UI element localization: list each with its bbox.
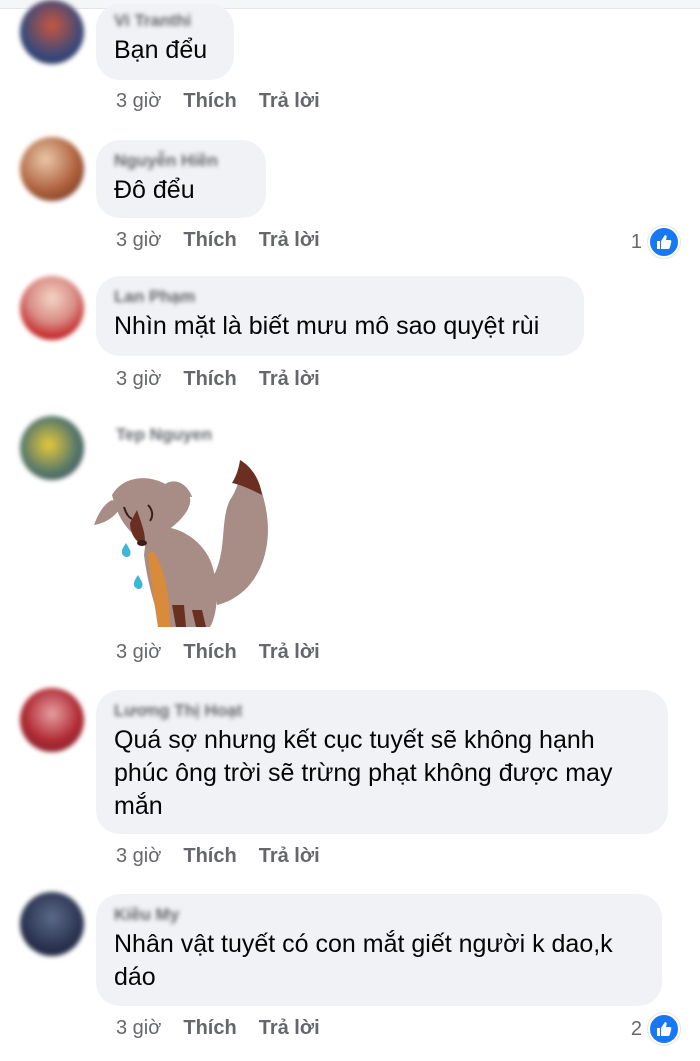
comment-time[interactable]: 3 giờ [116, 228, 161, 252]
reaction-count[interactable]: 1 [631, 226, 680, 258]
comment-time[interactable]: 3 giờ [116, 367, 161, 391]
avatar[interactable] [20, 137, 84, 201]
like-button[interactable]: Thích [183, 640, 236, 664]
comment-text: Đô đểu [114, 176, 195, 204]
comment-author[interactable]: Nguyễn Hiền [114, 150, 248, 172]
comment-time[interactable]: 3 giờ [116, 844, 161, 868]
comment-author[interactable]: Kiều My [114, 904, 644, 926]
reply-button[interactable]: Trả lời [259, 228, 320, 252]
avatar[interactable] [20, 892, 84, 956]
comment-actions: 3 giờ Thích Trả lời [116, 89, 320, 113]
comment-text: Nhìn mặt là biết mưu mô sao quyệt rùi [114, 312, 540, 340]
reply-button[interactable]: Trả lời [259, 844, 320, 868]
comment-actions: 3 giờ Thích Trả lời [116, 228, 320, 252]
avatar[interactable] [20, 276, 84, 340]
reaction-count[interactable]: 2 [631, 1013, 680, 1045]
comment-text: Nhân vật tuyết có con mắt giết người k d… [114, 930, 613, 991]
comment-bubble: Vi Tranthi Bạn đểu [96, 4, 234, 80]
like-button[interactable]: Thích [183, 228, 236, 252]
crying-fox-sticker[interactable] [92, 455, 282, 630]
reaction-number: 2 [630, 1017, 642, 1040]
avatar[interactable] [20, 416, 84, 480]
comment-author[interactable]: Tep Nguyen [116, 424, 212, 446]
comment-time[interactable]: 3 giờ [116, 89, 161, 113]
like-button[interactable]: Thích [183, 1016, 236, 1040]
comment-bubble: Lan Phạm Nhìn mặt là biết mưu mô sao quy… [96, 276, 584, 356]
comment-bubble: Lương Thị Hoạt Quá sợ nhưng kết cục tuyế… [96, 690, 668, 834]
avatar[interactable] [20, 688, 84, 752]
comment-actions: 3 giờ Thích Trả lời [116, 367, 320, 391]
like-thumbs-up-icon [648, 1013, 680, 1045]
comment-author[interactable]: Lan Phạm [114, 286, 566, 308]
like-button[interactable]: Thích [183, 89, 236, 113]
comment-time[interactable]: 3 giờ [116, 1016, 161, 1040]
like-button[interactable]: Thích [183, 367, 236, 391]
like-thumbs-up-icon [648, 226, 680, 258]
comment-actions: 3 giờ Thích Trả lời [116, 844, 320, 868]
comment-author[interactable]: Lương Thị Hoạt [114, 700, 650, 722]
comment-actions: 3 giờ Thích Trả lời [116, 1016, 320, 1040]
like-button[interactable]: Thích [183, 844, 236, 868]
reply-button[interactable]: Trả lời [259, 89, 320, 113]
reply-button[interactable]: Trả lời [259, 367, 320, 391]
reply-button[interactable]: Trả lời [259, 640, 320, 664]
comment-author[interactable]: Vi Tranthi [114, 10, 216, 32]
reply-button[interactable]: Trả lời [259, 1016, 320, 1040]
comment-text: Quá sợ nhưng kết cục tuyết sẽ không hạnh… [114, 726, 613, 820]
comment-actions: 3 giờ Thích Trả lời [116, 640, 320, 664]
comment-bubble: Kiều My Nhân vật tuyết có con mắt giết n… [96, 894, 662, 1006]
comment-bubble: Nguyễn Hiền Đô đểu [96, 140, 266, 218]
comment-time[interactable]: 3 giờ [116, 640, 161, 664]
reaction-number: 1 [630, 230, 642, 253]
avatar[interactable] [20, 0, 84, 64]
comment-text: Bạn đểu [114, 36, 208, 64]
